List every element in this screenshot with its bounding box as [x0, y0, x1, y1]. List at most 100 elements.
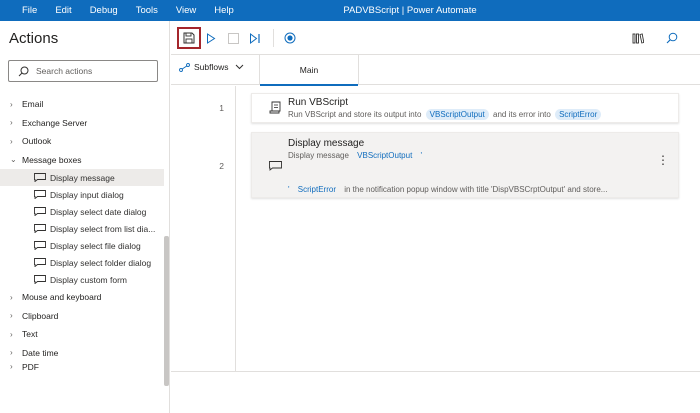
step-title: Display message: [288, 138, 365, 149]
action-display-message[interactable]: Display message: [0, 169, 164, 186]
step-description: Run VBScript and store its output into V…: [288, 109, 603, 120]
group-message-boxes[interactable]: ⌄ Message boxes: [0, 151, 164, 170]
step-description-line1: Display message VBScriptOutput ': [288, 150, 422, 161]
chevron-down-icon: ⌄: [10, 155, 17, 165]
group-label: PDF: [22, 362, 39, 372]
chevron-right-icon: ›: [10, 311, 13, 321]
subflow-icon: [179, 62, 190, 72]
step-title: Run VBScript: [288, 97, 349, 108]
tab-main[interactable]: Main: [259, 55, 359, 86]
group-label: Message boxes: [22, 154, 82, 165]
find-button[interactable]: [662, 28, 682, 48]
group-clipboard[interactable]: › Clipboard: [0, 307, 164, 326]
group-label: Mouse and keyboard: [22, 292, 102, 303]
flow-canvas: [171, 86, 700, 371]
chevron-right-icon: ›: [10, 292, 13, 302]
group-label: Outlook: [22, 136, 52, 147]
actions-scrollbar[interactable]: [164, 236, 169, 386]
message-icon: [34, 207, 46, 216]
action-display-input-dialog[interactable]: Display input dialog: [0, 186, 164, 203]
actions-tree: › Email › Exchange Server › Outlook ⌄ Messag…: [0, 95, 164, 374]
group-label: Date time: [22, 347, 59, 358]
search-box[interactable]: [8, 60, 158, 82]
message-icon: [34, 258, 46, 267]
action-display-select-from-list-dialog[interactable]: Display select from list dia...: [0, 220, 164, 237]
desc-text: Run VBScript and store its output into: [288, 110, 422, 119]
group-text[interactable]: › Text: [0, 325, 164, 344]
chevron-down-icon: [235, 64, 243, 70]
action-display-select-folder-dialog[interactable]: Display select folder dialog: [0, 254, 164, 271]
action-label: Display select from list dia...: [50, 223, 156, 234]
step-run-vbscript[interactable]: Run VBScript Run VBScript and store its …: [251, 93, 679, 123]
save-button[interactable]: [177, 27, 201, 49]
subflow-tabs: Subflows Main: [171, 55, 700, 86]
group-mouse-and-keyboard[interactable]: › Mouse and keyboard: [0, 288, 164, 307]
run-next-action-button[interactable]: [245, 28, 265, 48]
message-icon: [269, 161, 282, 171]
more-options-icon[interactable]: ⋮: [657, 154, 669, 166]
search-icon: [18, 66, 29, 77]
canvas-bottom-border: [171, 371, 700, 372]
save-icon: [183, 32, 195, 44]
desc-text: Display message: [288, 151, 349, 160]
step-icon: [250, 32, 260, 44]
chevron-right-icon: ›: [10, 348, 13, 358]
desc-text: in the notification popup window with ti…: [344, 185, 608, 194]
group-date-time[interactable]: › Date time: [0, 344, 164, 363]
search-icon: [666, 32, 678, 44]
toolbar-divider: [273, 29, 274, 47]
desc-text: and its error into: [493, 110, 551, 119]
gutter-divider: [235, 86, 236, 371]
action-label: Display input dialog: [50, 189, 124, 200]
subflows-dropdown[interactable]: Subflows: [179, 62, 244, 72]
group-label: Clipboard: [22, 310, 59, 321]
chevron-right-icon: ›: [10, 99, 13, 109]
chevron-right-icon: ›: [10, 136, 13, 146]
message-icon: [34, 241, 46, 250]
step-description-line2: ' ScriptError in the notification popup …: [288, 184, 607, 195]
script-icon: [269, 101, 281, 114]
variables-icon: [632, 33, 644, 44]
run-button[interactable]: [201, 28, 221, 48]
group-email[interactable]: › Email: [0, 95, 164, 114]
app-title: PADVBScript | Power Automate: [343, 5, 477, 16]
chevron-right-icon: ›: [10, 329, 13, 339]
subflows-label: Subflows: [194, 62, 229, 72]
record-icon: [284, 32, 296, 44]
chevron-right-icon: ›: [10, 118, 13, 128]
action-display-select-file-dialog[interactable]: Display select file dialog: [0, 237, 164, 254]
actions-title: Actions: [9, 30, 59, 47]
variable-chip[interactable]: VBScriptOutput: [353, 150, 416, 161]
action-label: Display select date dialog: [50, 206, 147, 217]
record-button[interactable]: [280, 28, 300, 48]
actions-pane: Actions › Email › Exchange Server › Outlook…: [0, 21, 170, 413]
variables-button[interactable]: [628, 28, 648, 48]
group-exchange-server[interactable]: › Exchange Server: [0, 114, 164, 133]
group-label: Exchange Server: [22, 117, 88, 128]
message-icon: [34, 190, 46, 199]
variable-chip[interactable]: VBScriptOutput: [425, 109, 489, 120]
action-label: Display message: [50, 172, 115, 183]
group-label: Email: [22, 99, 44, 110]
designer-toolbar: [171, 21, 700, 55]
message-icon: [34, 275, 46, 284]
action-display-select-date-dialog[interactable]: Display select date dialog: [0, 203, 164, 220]
group-outlook[interactable]: › Outlook: [0, 132, 164, 151]
title-bar: File Edit Debug Tools View Help PADVBScr…: [0, 0, 700, 21]
run-icon: [207, 32, 216, 44]
line-number: 2: [219, 161, 224, 171]
action-label: Display select folder dialog: [50, 257, 152, 268]
chevron-right-icon: ›: [10, 362, 13, 371]
quote-text: ': [288, 185, 290, 194]
line-number: 1: [219, 103, 224, 113]
search-actions-input[interactable]: [36, 64, 151, 78]
stop-icon: [227, 32, 239, 44]
action-label: Display custom form: [50, 274, 127, 285]
action-display-custom-form[interactable]: Display custom form: [0, 271, 164, 288]
variable-chip[interactable]: ScriptError: [294, 184, 340, 195]
quote-text: ': [420, 151, 423, 160]
stop-button[interactable]: [223, 28, 243, 48]
step-display-message[interactable]: Display message Display message VBScript…: [251, 132, 679, 198]
variable-chip[interactable]: ScriptError: [555, 109, 602, 120]
group-pdf[interactable]: › PDF: [0, 362, 164, 374]
